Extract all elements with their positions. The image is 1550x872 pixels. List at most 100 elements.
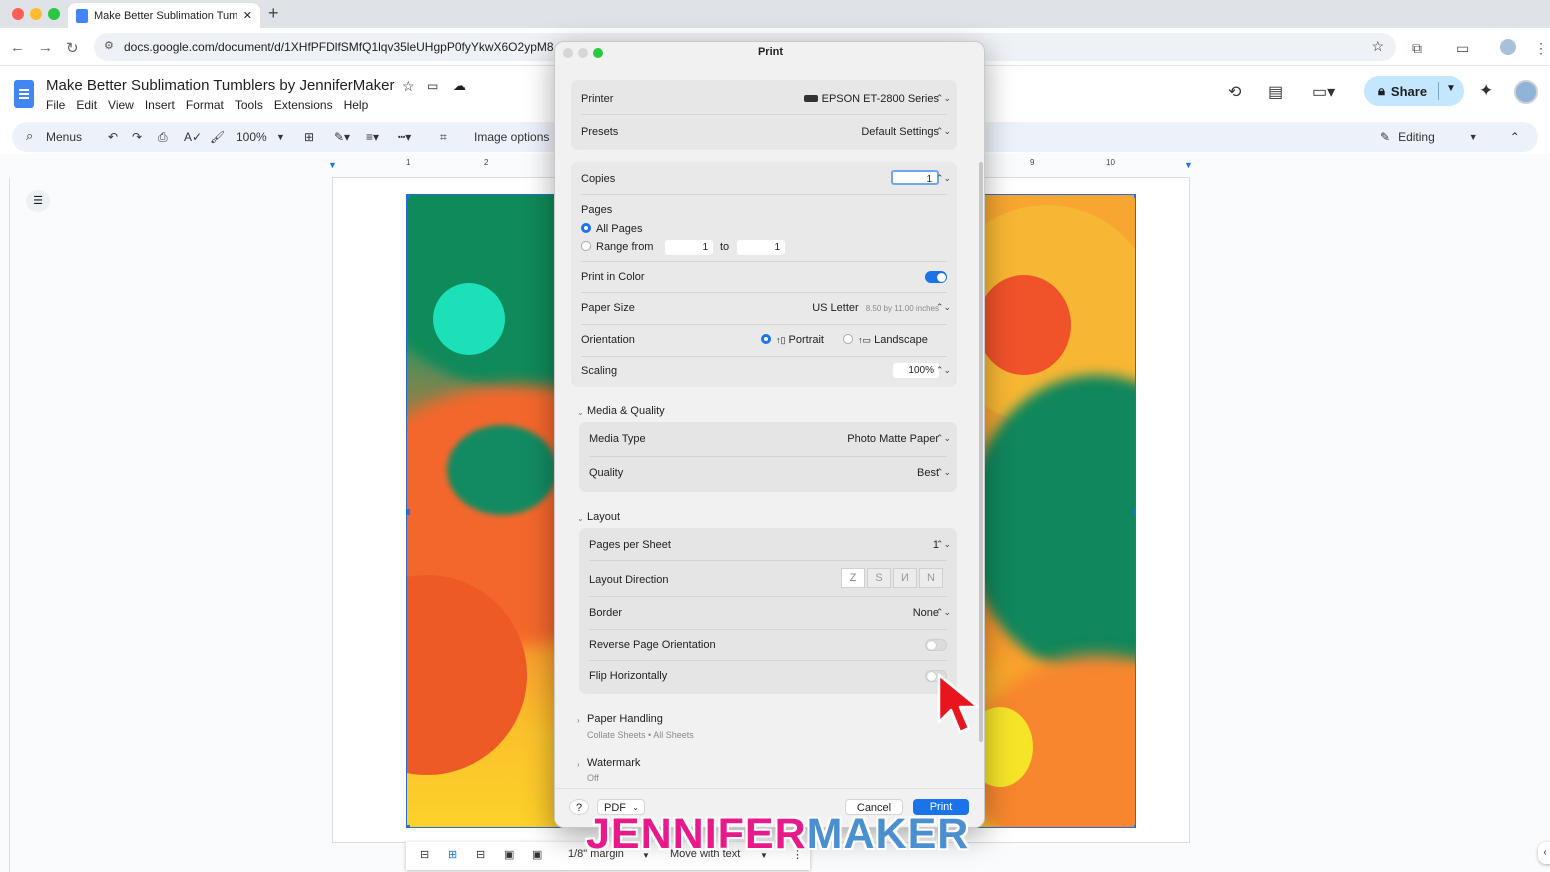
image-options-button[interactable]: Image options [474,130,549,144]
zoom-select[interactable]: 100% [236,130,267,144]
presets-stepper-icon[interactable]: ⌃⌄ [936,126,951,137]
document-title[interactable]: Make Better Sublimation Tumblers by Jenn… [46,77,394,94]
document-outline-icon[interactable]: ☰ [26,190,50,212]
wrap-text-icon[interactable]: ⊞ [448,848,457,861]
menu-edit[interactable]: Edit [76,98,97,112]
landscape-option[interactable]: ↑▭ Landscape [843,334,928,346]
layout-dir-n-reverse-icon[interactable]: И [893,568,917,588]
paper-handling-chevron-icon[interactable]: › [577,716,580,725]
media-type-stepper-icon[interactable]: ⌃⌄ [936,433,951,444]
break-text-icon[interactable]: ⊟ [476,848,485,861]
range-from-input[interactable]: 1 [665,240,713,255]
border-color-icon[interactable]: ✎▾ [334,130,350,144]
reverse-orientation-toggle[interactable] [925,639,947,651]
portrait-radio[interactable] [761,334,771,344]
range-to-input[interactable]: 1 [737,240,785,255]
collapse-toolbar-icon[interactable]: ⌃ [1510,130,1520,144]
landscape-radio[interactable] [843,334,853,344]
quality-stepper-icon[interactable]: ⌃⌄ [936,467,951,478]
crop-icon[interactable]: ⌗ [440,130,447,145]
maximize-window-icon[interactable] [48,8,60,20]
layout-group[interactable]: Layout [587,511,620,523]
share-button[interactable]: 🔒︎ Share ▼ [1364,76,1464,106]
site-settings-icon[interactable]: ⚙ [104,39,114,52]
profile-icon[interactable] [1500,39,1516,55]
media-quality-chevron-icon[interactable]: ⌄ [577,408,584,417]
gemini-icon[interactable]: ✦ [1479,81,1493,101]
behind-text-icon[interactable]: ▣ [504,848,514,861]
redo-icon[interactable]: ↷ [132,130,142,144]
search-menus-label[interactable]: Menus [46,130,82,144]
avatar[interactable] [1514,80,1538,104]
comments-icon[interactable]: ▤ [1268,82,1283,102]
menu-view[interactable]: View [108,98,134,112]
all-pages-radio[interactable] [581,223,591,233]
layout-chevron-icon[interactable]: ⌄ [577,514,584,523]
wrap-inline-icon[interactable]: ⊟ [420,848,429,861]
paper-handling-group[interactable]: Paper Handling [587,713,663,725]
border-stepper-icon[interactable]: ⌃⌄ [936,607,951,618]
zoom-dropdown-icon[interactable]: ▼ [276,132,285,142]
menu-help[interactable]: Help [344,98,369,112]
border-weight-icon[interactable]: ≡▾ [366,130,379,144]
layout-dir-n-icon[interactable]: N [919,568,943,588]
minimize-window-icon[interactable] [30,8,42,20]
cast-icon[interactable]: ▭ [1456,40,1469,57]
browser-tab[interactable]: Make Better Sublimation Tum ✕ [68,3,260,28]
watermark-chevron-icon[interactable]: › [577,760,580,769]
close-window-icon[interactable] [12,8,24,20]
menu-extensions[interactable]: Extensions [274,98,333,112]
add-comment-icon[interactable]: ⊞ [304,130,314,144]
portrait-option[interactable]: ↑▯ Portrait [761,334,824,346]
editing-mode-select[interactable]: ✎ Editing ▼ ⌃ [1380,130,1520,144]
share-dropdown-icon[interactable]: ▼ [1446,83,1456,94]
spellcheck-icon[interactable]: A✓ [184,130,202,144]
forward-icon[interactable]: → [38,39,53,56]
layout-dir-s-icon[interactable]: S [867,568,891,588]
reload-icon[interactable]: ↻ [66,39,79,57]
menu-file[interactable]: File [46,98,65,112]
dialog-scrollbar[interactable] [979,162,983,742]
layout-dir-z-icon[interactable]: Z [841,568,865,588]
left-indent-marker[interactable]: ▼ [328,160,337,170]
back-icon[interactable]: ← [10,39,25,56]
border-dash-icon[interactable]: ┅▾ [398,130,411,144]
close-tab-icon[interactable]: ✕ [243,9,252,22]
meet-icon[interactable]: ▭▾ [1312,82,1335,102]
mouse-pointer-icon [937,673,980,734]
in-front-of-text-icon[interactable]: ▣ [532,848,542,861]
right-indent-marker[interactable]: ▼ [1184,160,1193,170]
search-icon[interactable]: ⌕ [26,128,33,144]
range-radio[interactable] [581,241,591,251]
paint-format-icon[interactable]: 🖌︎ [210,130,225,144]
menu-tools[interactable]: Tools [235,98,263,112]
copies-stepper-icon[interactable]: ⌃⌄ [936,173,951,184]
print-color-toggle[interactable] [925,271,947,283]
scaling-stepper-icon[interactable]: ⌃⌄ [936,365,951,376]
pages-per-sheet-stepper-icon[interactable]: ⌃⌄ [936,539,951,550]
paper-size-stepper-icon[interactable]: ⌃⌄ [936,302,951,313]
side-panel-toggle-icon[interactable]: ‹ [1538,842,1550,864]
menu-insert[interactable]: Insert [145,98,175,112]
browser-menu-icon[interactable]: ⋮ [1534,40,1548,57]
printer-select[interactable]: EPSON ET-2800 Series [822,93,939,105]
media-type-select[interactable]: Photo Matte Paper [847,433,939,445]
undo-icon[interactable]: ↶ [108,130,118,144]
print-icon[interactable]: ⎙ [158,130,168,145]
media-quality-group[interactable]: Media & Quality [587,405,665,417]
printer-stepper-icon[interactable]: ⌃⌄ [936,93,951,104]
move-folder-icon[interactable]: ▭ [427,79,438,93]
docs-logo-icon[interactable] [14,80,34,108]
bookmark-star-icon[interactable]: ☆ [1371,38,1384,55]
extensions-icon[interactable]: ⧉ [1412,40,1422,57]
new-tab-icon[interactable]: + [268,3,279,24]
star-icon[interactable]: ☆ [402,78,415,95]
copies-input[interactable]: 1 [891,170,939,185]
paper-size-select[interactable]: US Letter [812,302,858,314]
version-history-icon[interactable]: ⟲ [1228,82,1241,102]
paper-handling-summary: Collate Sheets • All Sheets [587,730,694,740]
scaling-input[interactable]: 100% [893,363,939,378]
menu-format[interactable]: Format [186,98,224,112]
presets-select[interactable]: Default Settings [861,126,939,138]
watermark-group[interactable]: Watermark [587,757,640,769]
